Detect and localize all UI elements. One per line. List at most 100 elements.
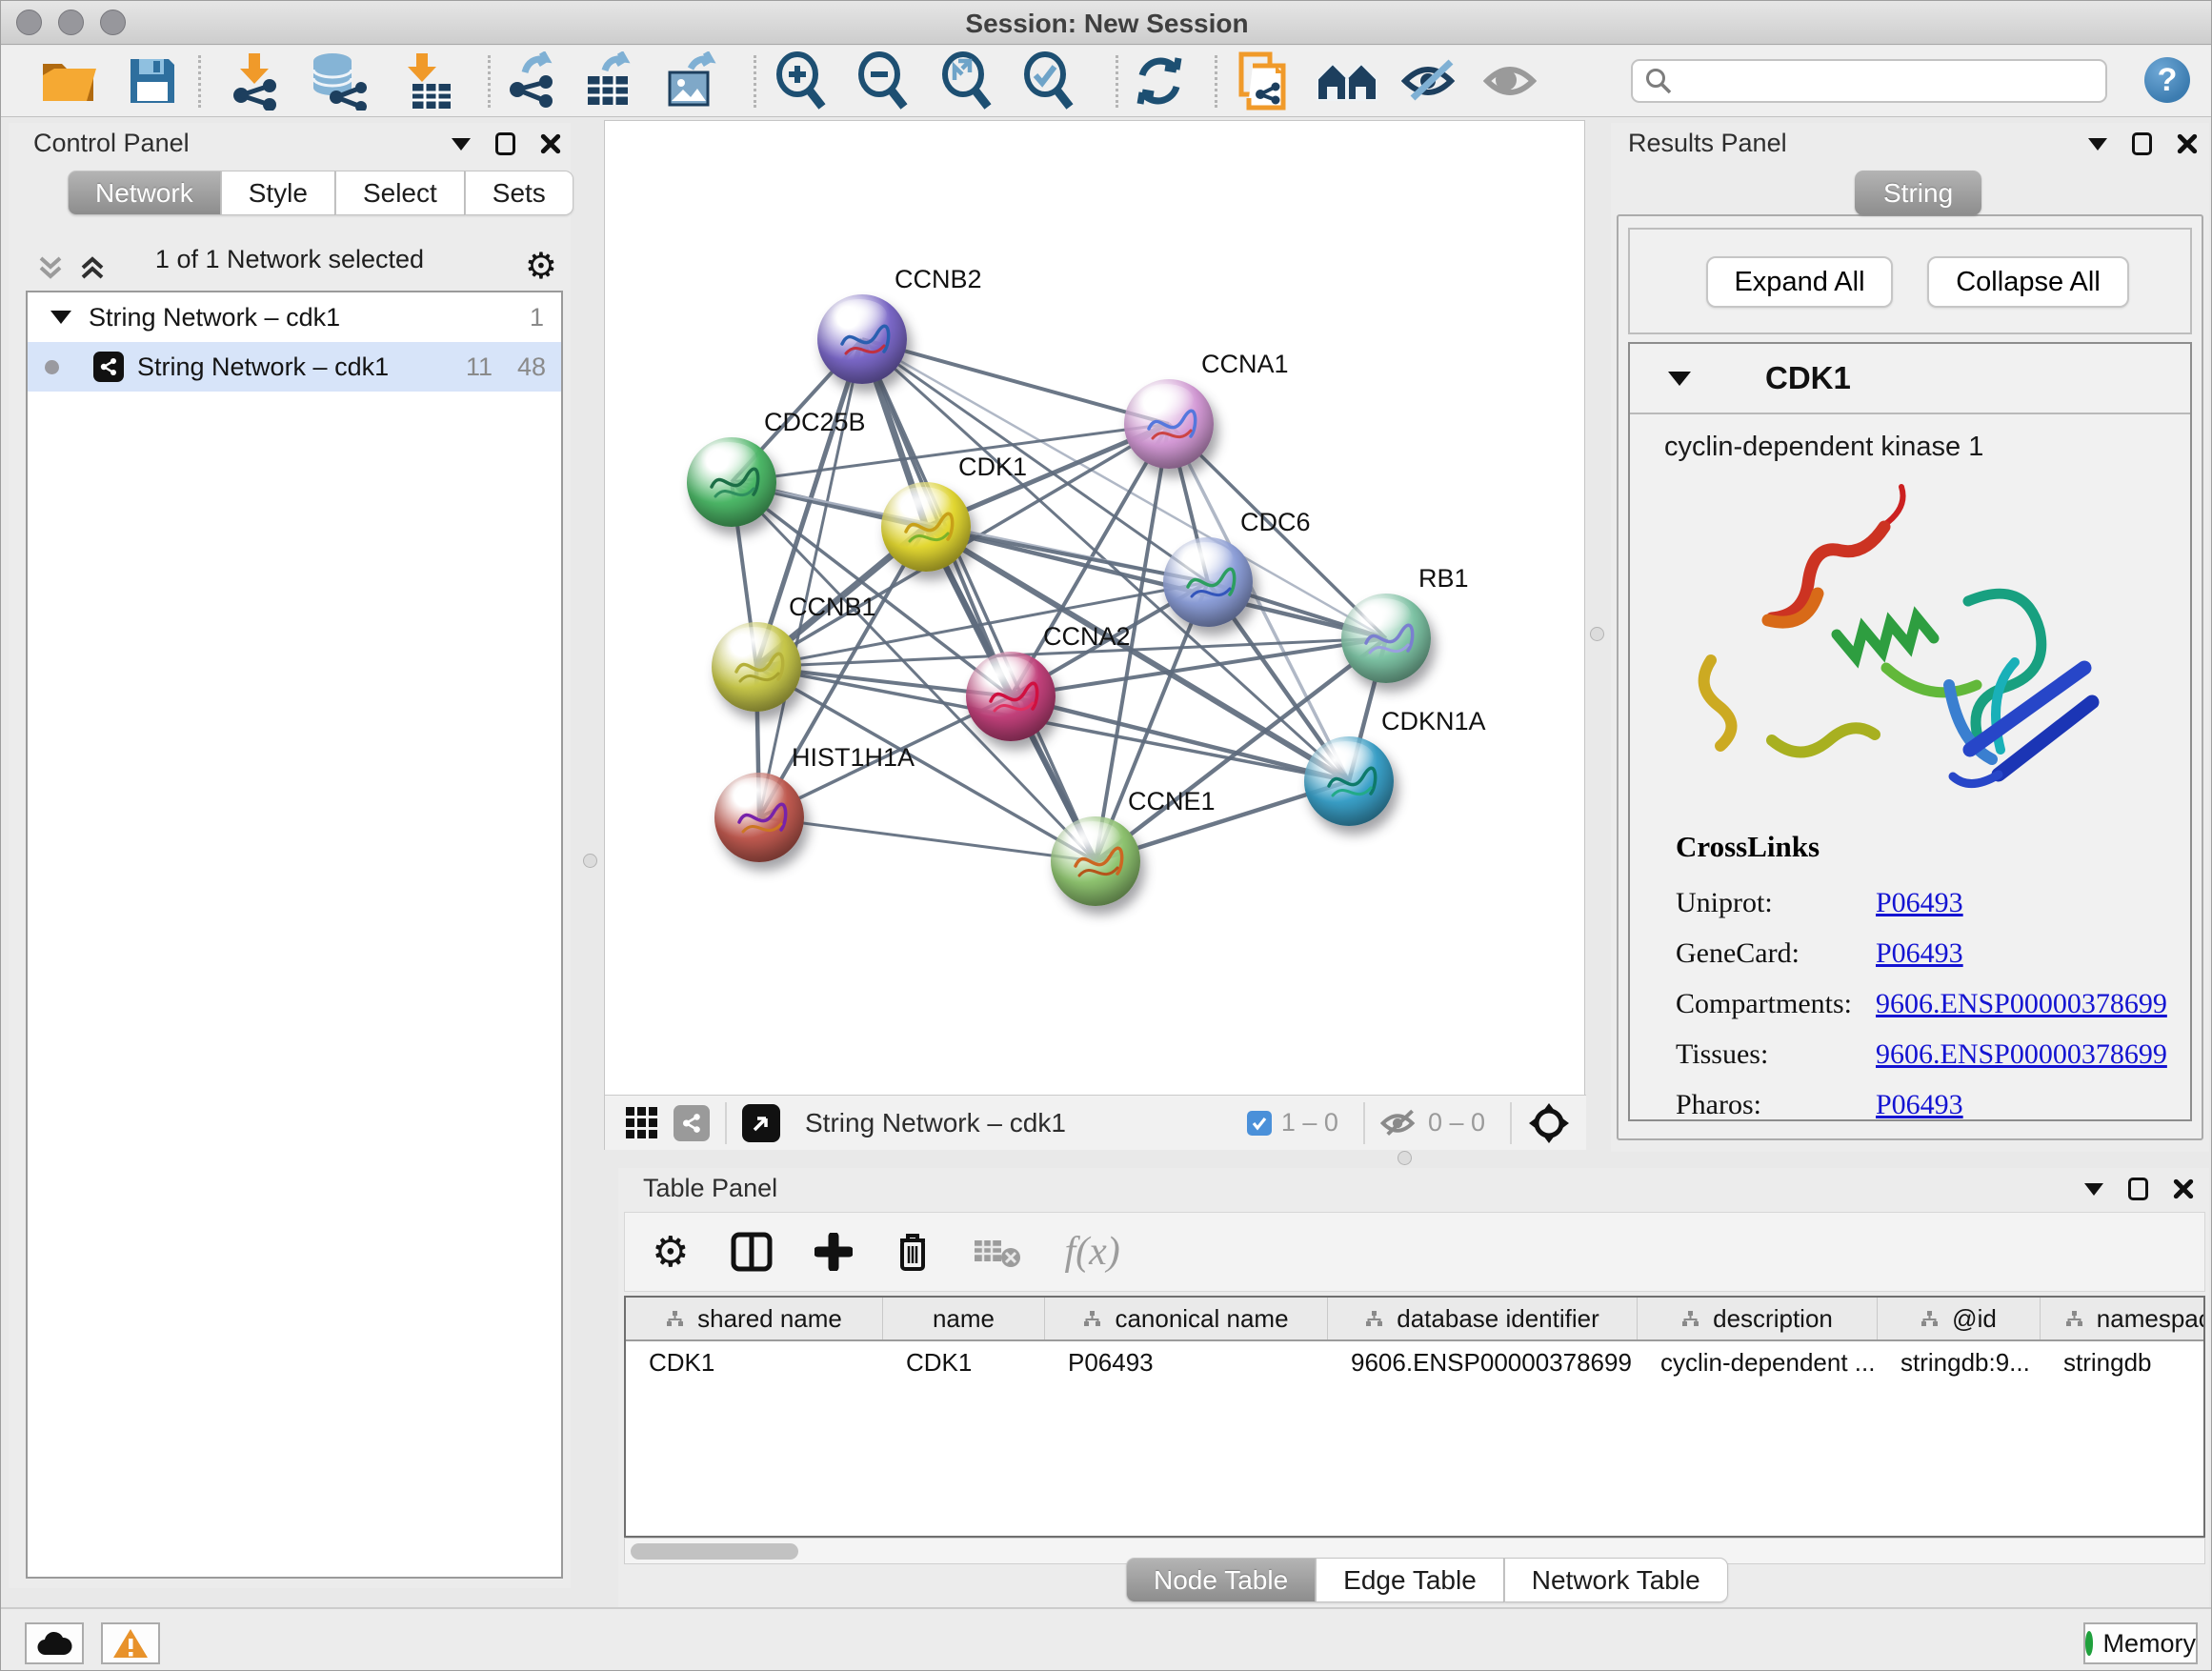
column-header-label: canonical name (1115, 1304, 1288, 1334)
network-node-cdc6[interactable] (1163, 537, 1253, 627)
add-column-icon[interactable] (814, 1233, 853, 1271)
column-header-namespace[interactable]: namespace (2041, 1298, 2205, 1339)
tree-expander-icon[interactable] (50, 311, 71, 324)
hide-selected-button[interactable] (1401, 56, 1460, 106)
tab-string[interactable]: String (1855, 171, 1981, 215)
crosslink-genecard-link[interactable]: P06493 (1876, 937, 1963, 970)
import-table-icon (399, 51, 452, 111)
network-node-hist1h1a[interactable] (714, 773, 804, 862)
panel-float-icon[interactable] (2088, 138, 2107, 151)
birds-eye-view-icon[interactable] (742, 1104, 780, 1142)
pan-crosshair-icon[interactable] (1527, 1101, 1571, 1145)
grid-view-icon[interactable] (624, 1105, 660, 1141)
column-header-name[interactable]: name (883, 1298, 1045, 1339)
panel-close-icon[interactable] (540, 133, 561, 154)
help-button[interactable]: ? (2144, 57, 2190, 103)
panel-undock-icon[interactable] (495, 132, 515, 155)
crosslink-pharos-link[interactable]: P06493 (1876, 1089, 1963, 1121)
panel-undock-icon[interactable] (2128, 1178, 2148, 1200)
tab-style[interactable]: Style (221, 171, 335, 215)
crosslink-uniprot-link[interactable]: P06493 (1876, 887, 1963, 919)
panel-float-icon[interactable] (2084, 1183, 2103, 1196)
zoom-out-button[interactable] (855, 51, 910, 111)
panel-undock-icon[interactable] (2132, 132, 2152, 155)
import-table-button[interactable] (399, 51, 452, 111)
panel-float-icon[interactable] (452, 138, 471, 151)
network-row[interactable]: String Network – cdk1 11 48 (28, 342, 561, 392)
column-header-sharedname[interactable]: shared name (626, 1298, 883, 1339)
import-network-button[interactable] (228, 51, 285, 111)
delete-column-icon[interactable] (895, 1231, 931, 1273)
tab-network-table[interactable]: Network Table (1504, 1558, 1728, 1602)
section-collapse-icon[interactable] (1668, 372, 1691, 386)
tab-network[interactable]: Network (68, 171, 221, 215)
splitter-handle[interactable] (1398, 1151, 1412, 1165)
gene-section-header[interactable]: CDK1 (1630, 344, 2190, 414)
column-header-description[interactable]: description (1638, 1298, 1878, 1339)
network-node-cdc25b[interactable] (687, 437, 776, 527)
zoom-fit-button[interactable] (938, 51, 994, 111)
hidden-eye-slash-icon[interactable] (1380, 1107, 1418, 1139)
network-edge[interactable] (759, 817, 1096, 861)
memory-button[interactable]: Memory (2083, 1622, 2198, 1664)
import-network-from-database-button[interactable] (308, 51, 371, 111)
network-node-rb1[interactable] (1341, 594, 1431, 683)
refresh-button[interactable] (1133, 54, 1186, 108)
splitter-handle[interactable] (1590, 627, 1604, 641)
zoom-selected-button[interactable] (1020, 51, 1076, 111)
column-header-id[interactable]: @id (1878, 1298, 2041, 1339)
network-node-ccnb2[interactable] (817, 294, 907, 384)
cloud-status-button[interactable] (25, 1622, 84, 1664)
column-header-canonicalname[interactable]: canonical name (1045, 1298, 1328, 1339)
network-node-cdkn1a[interactable] (1304, 736, 1394, 826)
export-image-button[interactable] (662, 51, 719, 111)
table-cell[interactable]: CDK1 (626, 1341, 883, 1383)
zoom-in-button[interactable] (773, 51, 828, 111)
tab-select[interactable]: Select (335, 171, 465, 215)
collapse-all-button[interactable]: Collapse All (1927, 256, 2129, 308)
table-cell[interactable]: 9606.ENSP00000378699 (1328, 1341, 1638, 1383)
tab-edge-table[interactable]: Edge Table (1316, 1558, 1504, 1602)
first-neighbors-button[interactable] (1314, 56, 1380, 106)
show-columns-icon[interactable] (731, 1232, 773, 1272)
crosslink-label: Compartments: (1676, 988, 1876, 1020)
open-session-button[interactable] (39, 56, 98, 106)
warnings-button[interactable] (101, 1622, 160, 1664)
table-cell[interactable]: stringdb (2041, 1341, 2205, 1383)
table-cell[interactable]: P06493 (1045, 1341, 1328, 1383)
network-node-ccna2[interactable] (966, 652, 1056, 741)
splitter-handle[interactable] (583, 854, 597, 868)
search-input[interactable] (1631, 59, 2107, 103)
network-node-ccna1[interactable] (1124, 379, 1214, 469)
eye-icon (1483, 56, 1537, 106)
selected-checkbox[interactable] (1247, 1111, 1272, 1136)
column-header-label: database identifier (1397, 1304, 1599, 1334)
tab-sets[interactable]: Sets (465, 171, 573, 215)
table-cell[interactable]: cyclin-dependent ... (1638, 1341, 1878, 1383)
scrollbar-thumb[interactable] (631, 1543, 798, 1560)
crosslink-tissues-link[interactable]: 9606.ENSP00000378699 (1876, 1038, 2167, 1071)
tab-node-table[interactable]: Node Table (1126, 1558, 1316, 1602)
panel-close-icon[interactable] (2173, 1178, 2194, 1199)
table-options-gear-icon[interactable]: ⚙ (652, 1228, 689, 1277)
network-node-ccnb1[interactable] (712, 622, 801, 712)
clone-network-button[interactable] (1236, 50, 1291, 111)
panel-close-icon[interactable] (2177, 133, 2198, 154)
table-row[interactable]: CDK1CDK1P064939606.ENSP00000378699cyclin… (626, 1341, 2203, 1383)
network-view-mode-icon[interactable] (674, 1105, 710, 1141)
expand-all-button[interactable]: Expand All (1706, 256, 1893, 308)
save-session-button[interactable] (127, 55, 178, 107)
table-cell[interactable]: stringdb:9... (1878, 1341, 2041, 1383)
table-cell[interactable]: CDK1 (883, 1341, 1045, 1383)
network-node-cdk1[interactable] (881, 482, 971, 572)
export-table-button[interactable] (580, 51, 637, 111)
network-canvas[interactable]: CCNB2CCNA1CDC25BCDK1CDC6RB1CCNB1CCNA2CDK… (605, 121, 1586, 1095)
export-network-button[interactable] (504, 51, 563, 111)
crosslink-compartments-link[interactable]: 9606.ENSP00000378699 (1876, 988, 2167, 1020)
show-all-button[interactable] (1483, 56, 1537, 106)
network-collection-row[interactable]: String Network – cdk1 1 (28, 292, 561, 342)
network-node-ccne1[interactable] (1051, 816, 1140, 906)
column-header-databaseidentifier[interactable]: database identifier (1328, 1298, 1638, 1339)
network-edge[interactable] (862, 339, 1096, 861)
network-options-gear-icon[interactable]: ⚙ (525, 245, 557, 287)
